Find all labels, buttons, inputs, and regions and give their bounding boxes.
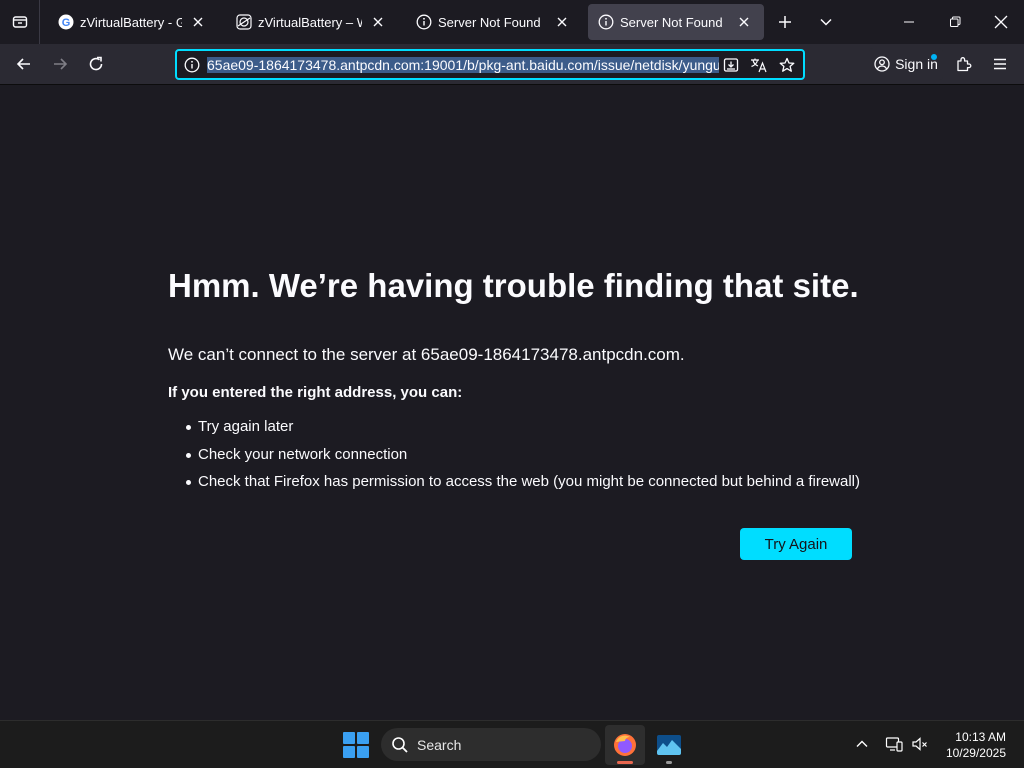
close-tab-icon[interactable] xyxy=(734,12,754,32)
arrow-left-icon xyxy=(16,58,30,70)
firefox-view-button[interactable] xyxy=(0,0,40,44)
list-item: Check your network connection xyxy=(186,446,860,474)
restore-icon xyxy=(950,16,961,27)
tab-2[interactable]: zVirtualBattery – WWW xyxy=(226,4,398,40)
firefox-icon xyxy=(614,734,636,756)
windows-logo-pane xyxy=(343,746,355,758)
chevron-down-icon xyxy=(820,18,832,26)
windows-logo-pane xyxy=(357,746,369,758)
image-viewer-taskbar-app[interactable] xyxy=(649,725,689,765)
try-again-button[interactable]: Try Again xyxy=(740,528,852,560)
error-title: Hmm. We’re having trouble finding that s… xyxy=(168,267,859,304)
extensions-button[interactable] xyxy=(948,48,980,80)
tab-1[interactable]: G zVirtualBattery - Google xyxy=(48,4,218,40)
info-icon xyxy=(416,14,432,30)
clock-time: 10:13 AM xyxy=(955,730,1006,744)
minimize-button[interactable] xyxy=(886,0,932,44)
volume-tray-icon[interactable] xyxy=(909,733,931,755)
tab-4-active[interactable]: Server Not Found xyxy=(588,4,764,40)
info-icon xyxy=(598,14,614,30)
active-indicator xyxy=(617,761,633,764)
tab-title: zVirtualBattery - Google xyxy=(80,14,182,30)
list-item: Check that Firefox has permission to acc… xyxy=(186,473,860,501)
network-tray-icon[interactable] xyxy=(883,733,905,755)
arrow-right-icon xyxy=(54,58,68,70)
notification-dot xyxy=(931,54,937,60)
tab-bar: G zVirtualBattery - Google zVirtualBatte… xyxy=(0,0,1024,44)
reload-button[interactable] xyxy=(80,48,112,80)
hamburger-menu-icon xyxy=(994,58,1006,70)
network-icon xyxy=(885,737,903,752)
close-tab-icon[interactable] xyxy=(188,12,208,32)
tab-title: zVirtualBattery – WWW xyxy=(258,14,362,30)
windows-logo-pane xyxy=(343,732,355,744)
new-tab-button[interactable] xyxy=(763,0,807,44)
account-icon xyxy=(874,56,890,72)
chevron-up-icon xyxy=(856,740,868,747)
taskbar: Search 10:13 AM 10/29/2025 xyxy=(0,720,1024,768)
running-indicator xyxy=(666,761,672,764)
system-clock[interactable]: 10:13 AM 10/29/2025 xyxy=(946,729,1006,761)
url-bar[interactable]: 65ae09-1864173478.antpcdn.com:19001/b/pk… xyxy=(175,49,805,80)
sign-in-button[interactable]: Sign in xyxy=(869,48,943,80)
reload-icon xyxy=(89,56,103,71)
bookmark-star-icon[interactable] xyxy=(775,53,799,77)
search-icon xyxy=(392,736,408,753)
google-icon: G xyxy=(58,14,74,30)
firefox-view-icon xyxy=(12,16,27,28)
close-tab-icon[interactable] xyxy=(368,12,388,32)
minimize-icon xyxy=(904,21,914,23)
back-button[interactable] xyxy=(8,48,40,80)
url-text: 65ae09-1864173478.antpcdn.com:19001/b/pk… xyxy=(207,56,719,73)
taskbar-search-box[interactable]: Search xyxy=(381,728,601,761)
svg-text:G: G xyxy=(62,17,71,29)
tab-3[interactable]: Server Not Found xyxy=(406,4,582,40)
close-tab-icon[interactable] xyxy=(552,12,572,32)
search-placeholder: Search xyxy=(417,736,462,753)
globe-icon xyxy=(236,14,252,30)
start-button[interactable] xyxy=(342,731,370,759)
site-info-icon[interactable] xyxy=(177,51,207,78)
show-hidden-icons-button[interactable] xyxy=(851,733,873,755)
download-icon[interactable] xyxy=(719,53,743,77)
list-all-tabs-button[interactable] xyxy=(804,0,848,44)
volume-muted-icon xyxy=(912,737,927,751)
close-window-button[interactable] xyxy=(978,0,1024,44)
list-item: Try again later xyxy=(186,418,860,446)
puzzle-icon xyxy=(957,57,972,72)
suggestion-list: Try again later Check your network conne… xyxy=(186,418,860,501)
error-subtitle: If you entered the right address, you ca… xyxy=(168,384,463,401)
menu-button[interactable] xyxy=(984,48,1016,80)
firefox-taskbar-app[interactable] xyxy=(605,725,645,765)
windows-logo-pane xyxy=(357,732,369,744)
navigation-toolbar: 65ae09-1864173478.antpcdn.com:19001/b/pk… xyxy=(0,44,1024,85)
tab-title: Server Not Found xyxy=(620,14,723,30)
clock-date: 10/29/2025 xyxy=(945,746,1006,760)
translate-icon[interactable] xyxy=(747,53,771,77)
forward-button[interactable] xyxy=(44,48,76,80)
tab-title: Server Not Found xyxy=(438,14,541,30)
url-input[interactable]: 65ae09-1864173478.antpcdn.com:19001/b/pk… xyxy=(207,56,719,73)
error-description: We can’t connect to the server at 65ae09… xyxy=(168,345,685,364)
plus-icon xyxy=(779,16,791,28)
restore-button[interactable] xyxy=(932,0,978,44)
error-page: Hmm. We’re having trouble finding that s… xyxy=(0,85,1024,720)
landscape-app-icon xyxy=(657,735,681,755)
close-icon xyxy=(994,15,1008,29)
